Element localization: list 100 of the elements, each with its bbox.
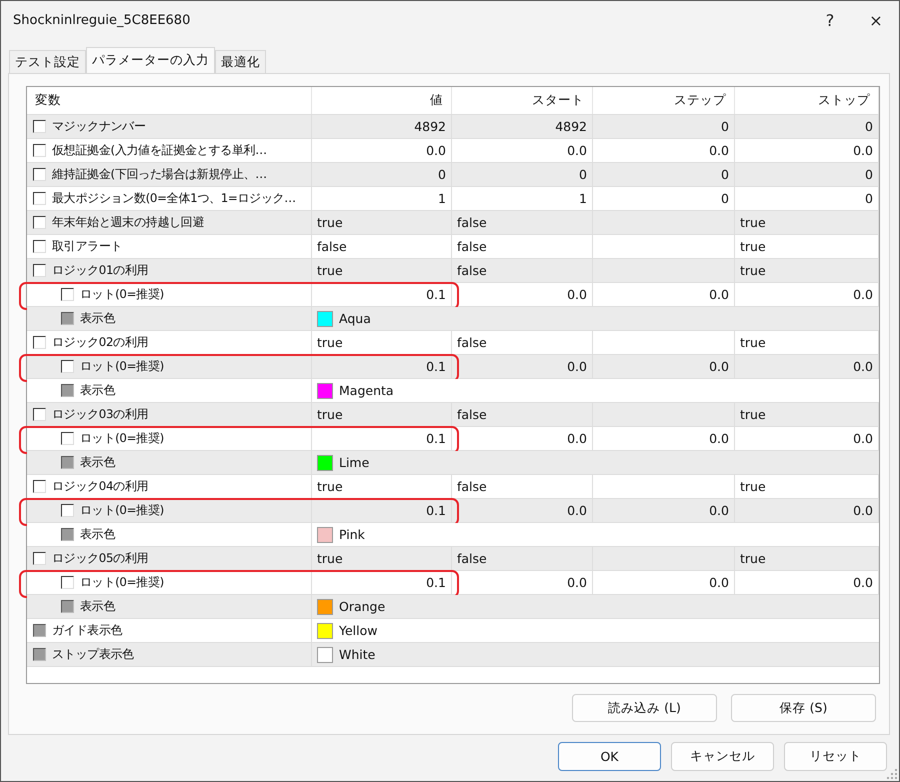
start-cell[interactable]: 1 xyxy=(579,191,587,206)
start-cell[interactable]: false xyxy=(457,335,487,350)
stop-cell[interactable]: 0.0 xyxy=(853,287,873,302)
parameter-name: 最大ポジション数(0=全体1つ、1=ロジック… xyxy=(52,190,296,206)
step-cell[interactable]: 0.0 xyxy=(709,359,729,374)
stop-cell[interactable]: 0.0 xyxy=(853,359,873,374)
start-cell[interactable]: false xyxy=(457,239,487,254)
parameter-name: 表示色 xyxy=(80,598,116,614)
dialog-button[interactable]: キャンセル xyxy=(671,742,774,771)
checkbox[interactable] xyxy=(33,168,46,181)
checkbox[interactable] xyxy=(61,288,74,301)
checkbox[interactable] xyxy=(33,264,46,277)
parameter-name: ロジック03の利用 xyxy=(52,406,148,422)
start-cell[interactable]: 0.0 xyxy=(567,287,587,302)
checkbox[interactable] xyxy=(33,144,46,157)
start-cell[interactable]: false xyxy=(457,263,487,278)
step-cell[interactable]: 0.0 xyxy=(709,575,729,590)
start-cell[interactable]: 0.0 xyxy=(567,143,587,158)
file-button[interactable]: 読み込み (L) xyxy=(572,694,717,722)
value-cell[interactable]: 0.1 xyxy=(426,359,446,374)
help-button[interactable]: ? xyxy=(807,1,853,39)
value-cell[interactable]: false xyxy=(317,239,347,254)
tab[interactable]: 最適化 xyxy=(215,50,266,73)
stop-cell[interactable]: true xyxy=(740,215,766,230)
column-header[interactable]: ステップ xyxy=(593,87,735,114)
stop-cell[interactable]: 0 xyxy=(865,191,873,206)
value-cell[interactable]: 0.0 xyxy=(426,143,446,158)
value-cell[interactable]: 0 xyxy=(438,167,446,182)
stop-cell[interactable]: true xyxy=(740,407,766,422)
checkbox[interactable] xyxy=(33,240,46,253)
start-cell[interactable]: false xyxy=(457,479,487,494)
stop-cell[interactable]: 0 xyxy=(865,167,873,182)
step-cell[interactable]: 0.0 xyxy=(709,143,729,158)
value-cell[interactable]: 0.1 xyxy=(426,287,446,302)
column-header[interactable]: 変数 xyxy=(27,87,312,114)
parameter-name: ロジック01の利用 xyxy=(52,262,148,278)
stop-cell[interactable]: true xyxy=(740,479,766,494)
value-cell[interactable]: true xyxy=(317,335,343,350)
stop-cell[interactable]: true xyxy=(740,551,766,566)
start-cell[interactable]: 0.0 xyxy=(567,431,587,446)
start-cell[interactable]: false xyxy=(457,551,487,566)
value-cell[interactable]: true xyxy=(317,215,343,230)
parameter-name: 取引アラート xyxy=(52,238,122,254)
close-button[interactable]: × xyxy=(853,1,899,39)
step-cell[interactable]: 0 xyxy=(721,119,729,134)
stop-cell[interactable]: true xyxy=(740,239,766,254)
checkbox[interactable] xyxy=(33,192,46,205)
start-cell[interactable]: 0 xyxy=(579,167,587,182)
checkbox[interactable] xyxy=(61,432,74,445)
stop-cell[interactable]: true xyxy=(740,335,766,350)
dialog-button[interactable]: リセット xyxy=(784,742,887,771)
parameter-name: ロット(0=推奨) xyxy=(80,502,164,518)
resize-grip-icon[interactable] xyxy=(887,769,897,779)
checkbox[interactable] xyxy=(33,120,46,133)
stop-cell[interactable]: true xyxy=(740,263,766,278)
step-cell[interactable]: 0 xyxy=(721,167,729,182)
value-cell[interactable]: 4892 xyxy=(414,119,446,134)
file-button[interactable]: 保存 (S) xyxy=(731,694,876,722)
step-cell[interactable]: 0.0 xyxy=(709,503,729,518)
start-cell[interactable]: 0.0 xyxy=(567,359,587,374)
step-cell[interactable]: 0.0 xyxy=(709,287,729,302)
value-cell[interactable]: 0.1 xyxy=(426,431,446,446)
column-header[interactable]: 値 xyxy=(312,87,452,114)
checkbox[interactable] xyxy=(33,336,46,349)
stop-cell[interactable]: 0.0 xyxy=(853,503,873,518)
step-cell[interactable]: 0.0 xyxy=(709,431,729,446)
stop-cell[interactable]: 0.0 xyxy=(853,431,873,446)
checkbox[interactable] xyxy=(61,504,74,517)
start-cell[interactable]: 0.0 xyxy=(567,503,587,518)
parameter-name: ロジック04の利用 xyxy=(52,478,148,494)
value-cell[interactable]: true xyxy=(317,407,343,422)
checkbox[interactable] xyxy=(33,408,46,421)
value-cell[interactable]: 0.1 xyxy=(426,503,446,518)
stop-cell[interactable]: 0.0 xyxy=(853,575,873,590)
value-cell[interactable]: true xyxy=(317,479,343,494)
stop-cell[interactable]: 0 xyxy=(865,119,873,134)
checkbox[interactable] xyxy=(61,360,74,373)
dialog-button[interactable]: OK xyxy=(558,742,661,771)
checkbox[interactable] xyxy=(61,576,74,589)
checkbox[interactable] xyxy=(33,216,46,229)
parameter-name: ストップ表示色 xyxy=(52,646,134,662)
parameter-name: 表示色 xyxy=(80,382,116,398)
checkbox[interactable] xyxy=(33,552,46,565)
tab[interactable]: テスト設定 xyxy=(9,50,86,73)
stop-cell[interactable]: 0.0 xyxy=(853,143,873,158)
step-cell[interactable]: 0 xyxy=(721,191,729,206)
start-cell[interactable]: 4892 xyxy=(555,119,587,134)
start-cell[interactable]: false xyxy=(457,407,487,422)
value-cell[interactable]: 1 xyxy=(438,191,446,206)
value-cell[interactable]: true xyxy=(317,551,343,566)
parameter-name: 表示色 xyxy=(80,454,116,470)
parameter-name: ロジック05の利用 xyxy=(52,550,148,566)
start-cell[interactable]: false xyxy=(457,215,487,230)
start-cell[interactable]: 0.0 xyxy=(567,575,587,590)
column-header[interactable]: スタート xyxy=(452,87,593,114)
column-header[interactable]: ストップ xyxy=(735,87,879,114)
value-cell[interactable]: 0.1 xyxy=(426,575,446,590)
checkbox[interactable] xyxy=(33,480,46,493)
value-cell[interactable]: true xyxy=(317,263,343,278)
tab[interactable]: パラメーターの入力 xyxy=(86,47,215,73)
